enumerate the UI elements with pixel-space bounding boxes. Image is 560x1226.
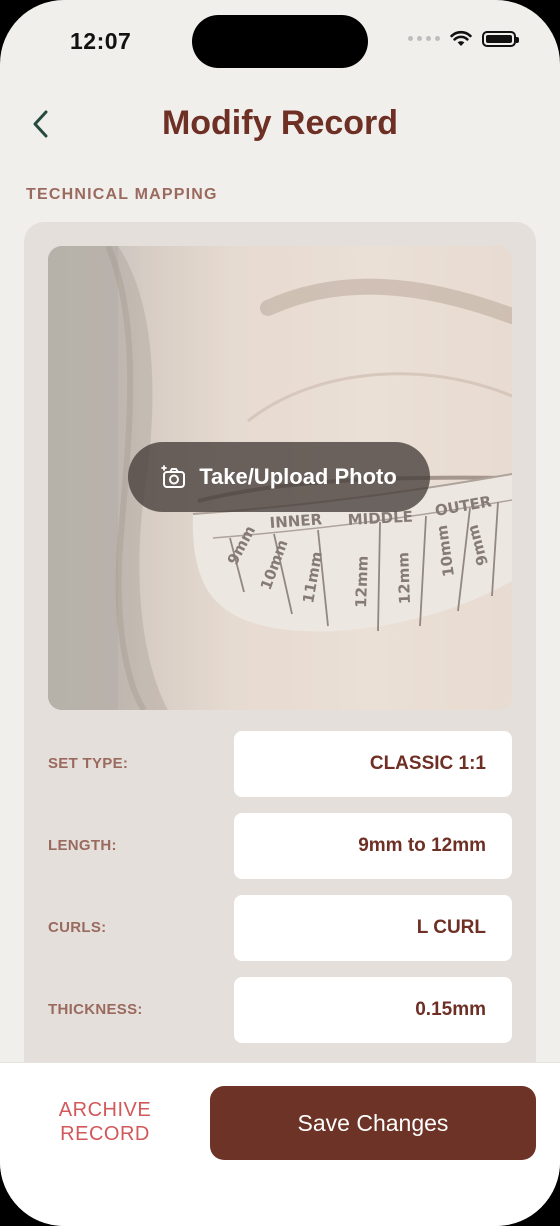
thickness-label: THICKNESS: xyxy=(48,1001,143,1018)
dynamic-island xyxy=(192,15,368,68)
length-label: LENGTH: xyxy=(48,837,117,854)
status-icons xyxy=(408,30,519,47)
wifi-icon xyxy=(450,31,472,46)
set-type-label: SET TYPE: xyxy=(48,755,129,772)
add-photo-icon xyxy=(161,465,186,488)
save-changes-button[interactable]: Save Changes xyxy=(210,1086,536,1160)
thickness-field[interactable]: 0.15mm xyxy=(234,977,512,1043)
battery-icon xyxy=(482,30,519,47)
status-time: 12:07 xyxy=(70,28,132,54)
section-label: TECHNICAL MAPPING xyxy=(26,186,218,203)
field-row-length: LENGTH: 9mm to 12mm xyxy=(48,813,512,879)
field-row-thickness: THICKNESS: 0.15mm xyxy=(48,977,512,1043)
length-field[interactable]: 9mm to 12mm xyxy=(234,813,512,879)
curls-label: CURLS: xyxy=(48,919,107,936)
curls-field[interactable]: L CURL xyxy=(234,895,512,961)
set-type-field[interactable]: CLASSIC 1:1 xyxy=(234,731,512,797)
take-upload-photo-label: Take/Upload Photo xyxy=(199,464,397,489)
field-row-set-type: SET TYPE: CLASSIC 1:1 xyxy=(48,731,512,797)
phone-screen: 12:07 Modify Record TECHNICAL MAPPING IN… xyxy=(0,0,560,1226)
field-row-curls: CURLS: L CURL xyxy=(48,895,512,961)
signal-icon xyxy=(408,36,440,41)
take-upload-photo-button[interactable]: Take/Upload Photo xyxy=(128,442,430,512)
archive-record-button[interactable]: ARCHIVE RECORD xyxy=(40,1098,170,1146)
page-title: Modify Record xyxy=(161,104,399,142)
